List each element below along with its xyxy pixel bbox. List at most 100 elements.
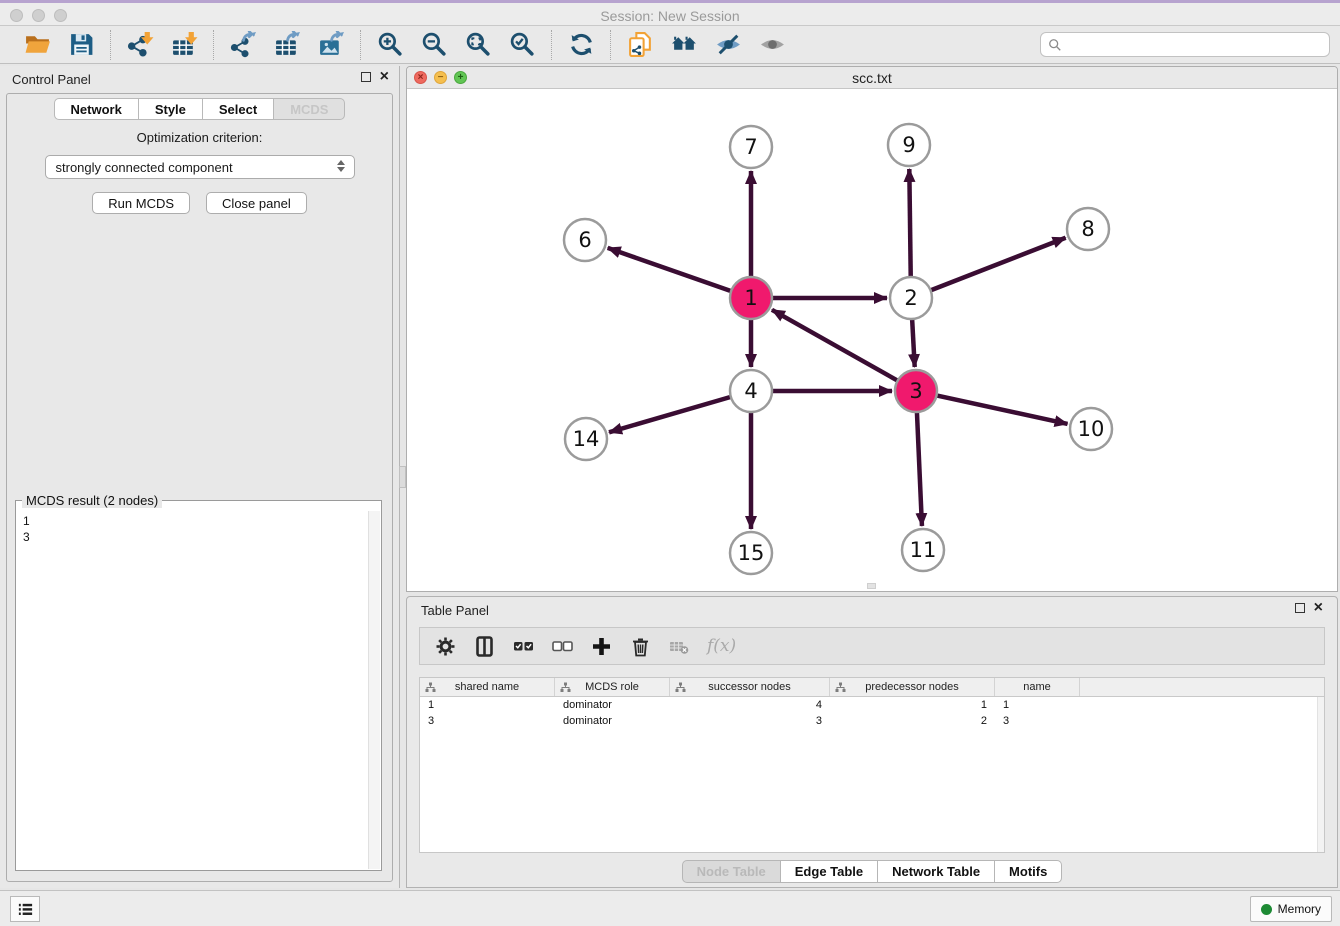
edge-3-11[interactable] [917,412,922,526]
table-cell[interactable]: 1 [995,697,1080,713]
result-scrollbar[interactable] [368,511,380,869]
table-cell[interactable]: 3 [670,713,830,729]
criterion-dropdown-value: strongly connected component [56,160,233,175]
graph-node-3[interactable]: 3 [895,370,937,412]
add-column-button[interactable] [590,635,612,657]
delete-column-button[interactable] [629,635,651,657]
edge-1-6[interactable] [608,248,732,291]
tab-mcds[interactable]: MCDS [274,98,345,120]
column-header-MCDS-role[interactable]: MCDS role [555,678,670,696]
table-cell[interactable]: 1 [830,697,995,713]
tab-motifs[interactable]: Motifs [995,860,1062,883]
node-table[interactable]: shared nameMCDS rolesuccessor nodesprede… [419,677,1325,853]
select-all-checkboxes-icon [513,636,534,657]
table-cell[interactable]: 1 [420,697,555,713]
task-history-button[interactable] [10,896,40,922]
function-builder-button[interactable]: f(x) [707,636,736,656]
add-column-icon [591,636,612,657]
close-table-panel-icon[interactable]: × [1314,603,1323,613]
panel-splitter-handle[interactable] [399,466,406,488]
tab-style[interactable]: Style [139,98,203,120]
graph-node-7[interactable]: 7 [730,126,772,168]
float-table-panel-icon[interactable] [1295,603,1305,613]
close-panel-button[interactable]: Close panel [206,192,307,214]
show-columns-button[interactable] [473,635,495,657]
edge-3-10[interactable] [937,395,1068,423]
table-panel-title: Table Panel [421,603,489,618]
graph-node-4[interactable]: 4 [730,370,772,412]
close-panel-icon[interactable]: × [380,72,389,82]
graph-node-1[interactable]: 1 [730,277,772,319]
tab-edge-table[interactable]: Edge Table [781,860,878,883]
hide-selected-button[interactable] [713,30,743,60]
edge-2-9[interactable] [909,169,910,277]
table-cell[interactable]: 3 [420,713,555,729]
run-mcds-button[interactable]: Run MCDS [92,192,190,214]
graph-node-8[interactable]: 8 [1067,208,1109,250]
table-panel: Table Panel × f(x) shared nameMCDS roles… [406,596,1338,888]
share-network-button[interactable] [625,30,655,60]
table-scrollbar[interactable] [1317,697,1324,852]
graph-node-10[interactable]: 10 [1070,408,1112,450]
mcds-result-list[interactable]: 1 3 [17,511,368,869]
import-table-button[interactable] [169,30,199,60]
zoom-out-button[interactable] [419,30,449,60]
table-toolbar: f(x) [419,627,1325,665]
search-input[interactable] [1062,35,1329,55]
export-table-icon [274,31,301,58]
table-cell[interactable]: 3 [995,713,1080,729]
column-header-name[interactable]: name [995,678,1080,696]
float-panel-icon[interactable] [361,72,371,82]
export-table-button[interactable] [272,30,302,60]
column-header-successor-nodes[interactable]: successor nodes [670,678,830,696]
graph-node-2[interactable]: 2 [890,277,932,319]
graph-node-9[interactable]: 9 [888,124,930,166]
search-field[interactable] [1040,32,1330,57]
tab-network-table[interactable]: Network Table [878,860,995,883]
tab-select[interactable]: Select [203,98,274,120]
table-row[interactable]: 1dominator411 [420,697,1324,713]
delete-table-button[interactable] [668,635,690,657]
tab-network[interactable]: Network [54,98,139,120]
network-canvas[interactable]: 7 9 6 8 1 2 4 3 14 10 15 11 [407,89,1337,591]
edge-3-1[interactable] [772,310,898,381]
graph-node-14[interactable]: 14 [565,418,607,460]
refresh-network-button[interactable] [566,30,596,60]
list-icon [17,901,34,918]
table-settings-button[interactable] [434,635,456,657]
deselect-all-checkboxes-button[interactable] [551,635,573,657]
edge-2-3[interactable] [912,319,915,367]
table-cell[interactable]: 4 [670,697,830,713]
criterion-dropdown[interactable]: strongly connected component [45,155,355,179]
zoom-fit-button[interactable] [463,30,493,60]
import-table-icon [171,31,198,58]
export-image-button[interactable] [316,30,346,60]
memory-button-label: Memory [1278,902,1321,916]
network-graph[interactable]: 7 9 6 8 1 2 4 3 14 10 15 11 [407,89,1337,591]
open-file-button[interactable] [22,30,52,60]
graph-node-11[interactable]: 11 [902,529,944,571]
memory-button[interactable]: Memory [1250,896,1332,922]
edge-4-14[interactable] [609,397,731,432]
import-network-button[interactable] [125,30,155,60]
table-cell[interactable]: 2 [830,713,995,729]
table-cell[interactable]: dominator [555,697,670,713]
table-row[interactable]: 3dominator323 [420,713,1324,729]
column-header-predecessor-nodes[interactable]: predecessor nodes [830,678,995,696]
graph-node-6[interactable]: 6 [564,219,606,261]
show-all-button[interactable] [757,30,787,60]
canvas-resize-gripper[interactable] [867,583,876,589]
graph-node-15[interactable]: 15 [730,532,772,574]
zoom-in-button[interactable] [375,30,405,60]
zoom-selected-button[interactable] [507,30,537,60]
save-session-button[interactable] [66,30,96,60]
export-network-button[interactable] [228,30,258,60]
select-all-checkboxes-button[interactable] [512,635,534,657]
main-toolbar [0,26,1340,64]
column-header-shared-name[interactable]: shared name [420,678,555,696]
edge-2-8[interactable] [931,238,1066,291]
node-label: 9 [902,133,915,157]
tab-node-table[interactable]: Node Table [682,860,781,883]
first-neighbors-button[interactable] [669,30,699,60]
table-cell[interactable]: dominator [555,713,670,729]
